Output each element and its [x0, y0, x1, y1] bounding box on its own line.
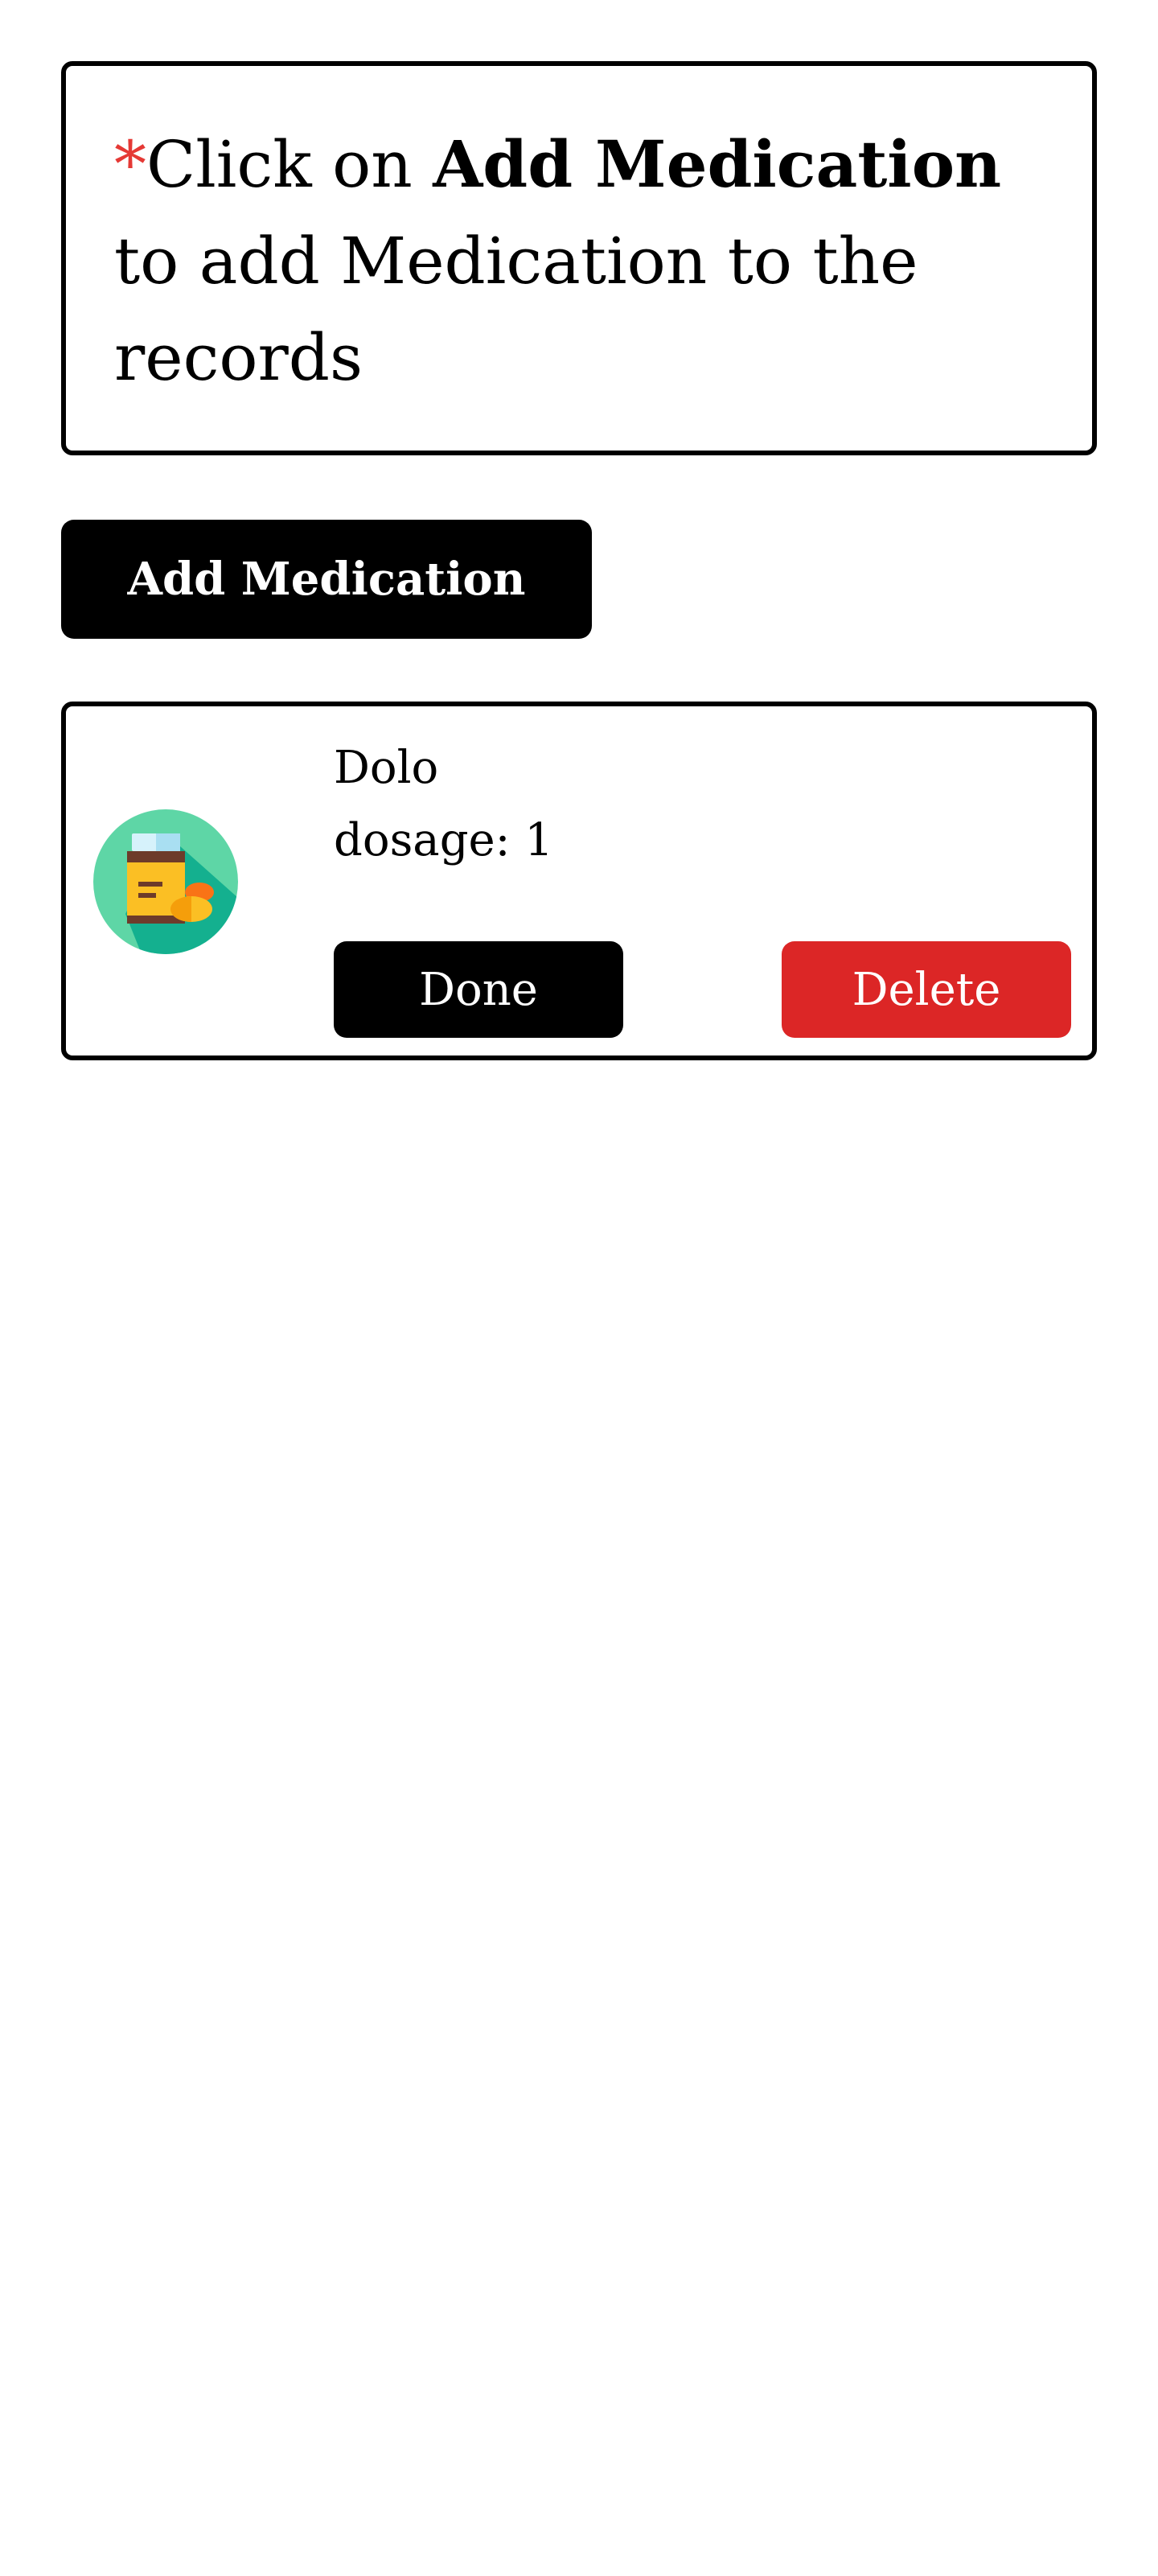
instruction-box: *Click on Add Medication to add Medicati… — [61, 61, 1097, 455]
medication-name: Dolo — [334, 742, 439, 794]
required-asterisk: * — [114, 127, 146, 202]
medication-card: Dolo dosage: 1 Done Delete — [61, 702, 1097, 1060]
instruction-emphasis: Add Medication — [433, 126, 1002, 202]
instruction-prefix: Click on — [146, 127, 433, 202]
delete-button[interactable]: Delete — [782, 941, 1071, 1038]
medicine-bottle-icon — [93, 809, 238, 954]
instruction-text: *Click on Add Medication to add Medicati… — [114, 116, 1044, 406]
add-medication-button[interactable]: Add Medication — [61, 520, 592, 639]
medication-dosage: dosage: 1 — [334, 814, 553, 866]
instruction-suffix: to add Medication to the records — [114, 224, 918, 395]
done-button[interactable]: Done — [334, 941, 623, 1038]
